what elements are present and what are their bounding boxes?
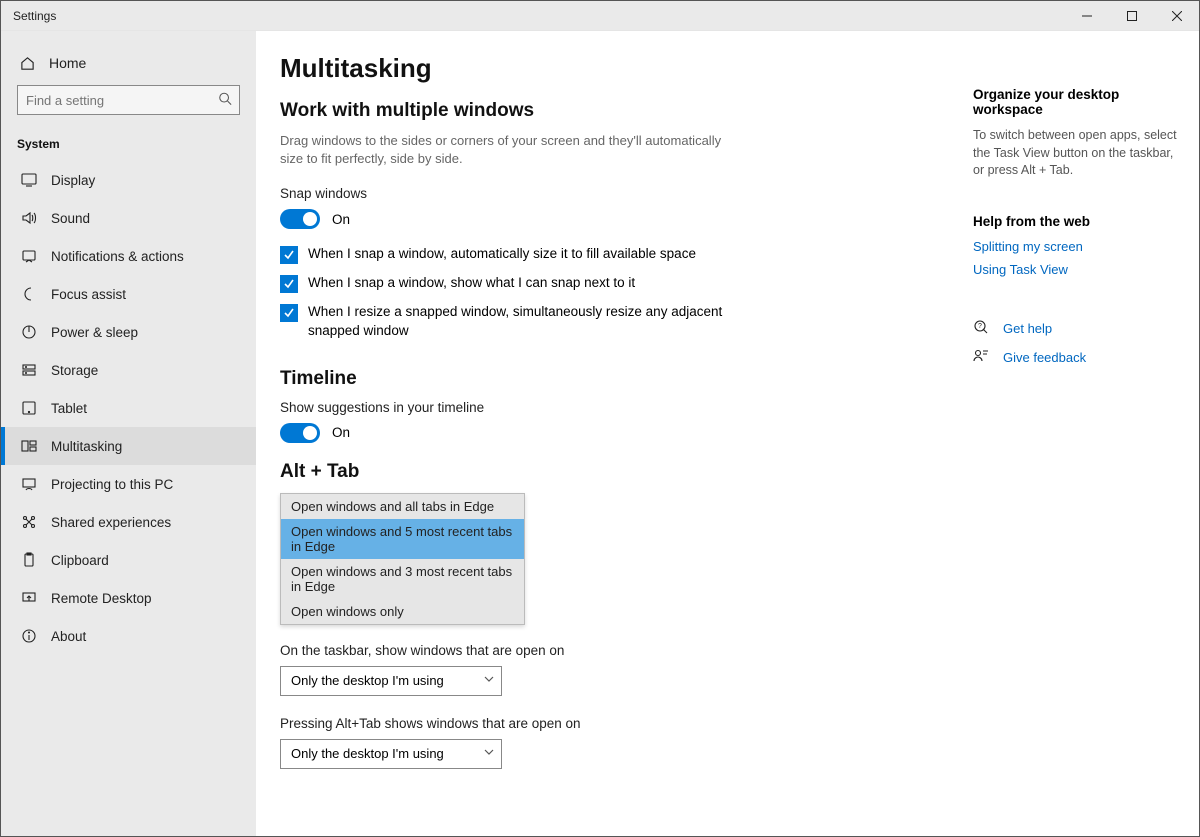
sidebar-item-label: Shared experiences	[51, 515, 171, 530]
right-body-organize: To switch between open apps, select the …	[973, 127, 1179, 180]
timeline-label: Show suggestions in your timeline	[280, 400, 929, 415]
timeline-toggle[interactable]	[280, 423, 320, 443]
right-heading-help: Help from the web	[973, 214, 1179, 229]
sidebar-item-label: Power & sleep	[51, 325, 138, 340]
remote-desktop-icon	[21, 590, 37, 606]
snap-windows-toggle[interactable]	[280, 209, 320, 229]
about-icon	[21, 628, 37, 644]
page-title: Multitasking	[280, 53, 929, 84]
alt-tab-option[interactable]: Open windows and 3 most recent tabs in E…	[281, 559, 524, 599]
search-input[interactable]	[17, 85, 240, 115]
sidebar-item-label: Remote Desktop	[51, 591, 152, 606]
alttab-desktop-select[interactable]: Only the desktop I'm using	[280, 739, 502, 769]
sidebar-item-label: Focus assist	[51, 287, 126, 302]
alttab-desktop-select-value: Only the desktop I'm using	[291, 746, 444, 761]
sidebar-item-storage[interactable]: Storage	[1, 351, 256, 389]
section-heading-windows: Work with multiple windows	[280, 100, 929, 122]
focus-assist-icon	[21, 286, 37, 302]
home-button[interactable]: Home	[1, 45, 256, 81]
checkbox-show-next-label: When I snap a window, show what I can sn…	[308, 274, 635, 292]
sidebar-item-display[interactable]: Display	[1, 161, 256, 199]
sidebar-item-label: About	[51, 629, 86, 644]
multitasking-icon	[21, 438, 37, 454]
minimize-button[interactable]	[1064, 1, 1109, 31]
section-heading-timeline: Timeline	[280, 368, 929, 390]
chevron-down-icon	[483, 746, 495, 761]
timeline-state: On	[332, 425, 350, 440]
right-column: Organize your desktop workspace To switc…	[969, 31, 1199, 836]
alt-tab-option-selected[interactable]: Open windows and 5 most recent tabs in E…	[281, 519, 524, 559]
right-heading-organize: Organize your desktop workspace	[973, 87, 1179, 117]
home-icon	[19, 55, 35, 71]
sidebar-item-focus-assist[interactable]: Focus assist	[1, 275, 256, 313]
sidebar-item-sound[interactable]: Sound	[1, 199, 256, 237]
alt-tab-option[interactable]: Open windows and all tabs in Edge	[281, 494, 524, 519]
feedback-icon	[973, 348, 989, 367]
sound-icon	[21, 210, 37, 226]
alt-tab-dropdown[interactable]: Open windows and all tabs in Edge Open w…	[280, 493, 525, 625]
alttab-desktop-label: Pressing Alt+Tab shows windows that are …	[280, 716, 929, 731]
close-button[interactable]	[1154, 1, 1199, 31]
sidebar-item-projecting[interactable]: Projecting to this PC	[1, 465, 256, 503]
chevron-down-icon	[483, 673, 495, 688]
checkbox-autosize-label: When I snap a window, automatically size…	[308, 245, 696, 263]
sidebar-item-label: Clipboard	[51, 553, 109, 568]
snap-windows-label: Snap windows	[280, 186, 929, 201]
sidebar-item-clipboard[interactable]: Clipboard	[1, 541, 256, 579]
sidebar-item-label: Storage	[51, 363, 98, 378]
link-give-feedback[interactable]: Give feedback	[1003, 350, 1086, 365]
home-label: Home	[49, 55, 86, 71]
alt-tab-option[interactable]: Open windows only	[281, 599, 524, 624]
notifications-icon	[21, 248, 37, 264]
taskbar-label: On the taskbar, show windows that are op…	[280, 643, 929, 658]
sidebar-item-label: Tablet	[51, 401, 87, 416]
sidebar-item-label: Notifications & actions	[51, 249, 184, 264]
sidebar-item-label: Sound	[51, 211, 90, 226]
sidebar: Home System Display Sound Notifications …	[1, 31, 256, 836]
projecting-icon	[21, 476, 37, 492]
taskbar-select[interactable]: Only the desktop I'm using	[280, 666, 502, 696]
shared-experiences-icon	[21, 514, 37, 530]
sidebar-item-multitasking[interactable]: Multitasking	[1, 427, 256, 465]
display-icon	[21, 172, 37, 188]
help-icon: ?	[973, 319, 989, 338]
storage-icon	[21, 362, 37, 378]
sidebar-item-label: Multitasking	[51, 439, 122, 454]
section-heading-alt-tab: Alt + Tab	[280, 461, 929, 483]
checkbox-show-next[interactable]	[280, 275, 298, 293]
titlebar: Settings	[1, 1, 1199, 31]
clipboard-icon	[21, 552, 37, 568]
section-label: System	[1, 123, 256, 161]
power-icon	[21, 324, 37, 340]
link-splitting-screen[interactable]: Splitting my screen	[973, 239, 1179, 254]
snap-windows-state: On	[332, 212, 350, 227]
svg-text:?: ?	[978, 323, 982, 330]
link-get-help[interactable]: Get help	[1003, 321, 1052, 336]
sidebar-item-shared-experiences[interactable]: Shared experiences	[1, 503, 256, 541]
checkbox-resize-adjacent[interactable]	[280, 304, 298, 322]
tablet-icon	[21, 400, 37, 416]
sidebar-item-about[interactable]: About	[1, 617, 256, 655]
sidebar-item-tablet[interactable]: Tablet	[1, 389, 256, 427]
sidebar-item-notifications[interactable]: Notifications & actions	[1, 237, 256, 275]
taskbar-select-value: Only the desktop I'm using	[291, 673, 444, 688]
window-title: Settings	[1, 9, 56, 23]
sidebar-item-power-sleep[interactable]: Power & sleep	[1, 313, 256, 351]
sidebar-item-label: Projecting to this PC	[51, 477, 173, 492]
sidebar-item-remote-desktop[interactable]: Remote Desktop	[1, 579, 256, 617]
link-using-task-view[interactable]: Using Task View	[973, 262, 1179, 277]
main-content: Multitasking Work with multiple windows …	[256, 31, 969, 836]
checkbox-resize-adjacent-label: When I resize a snapped window, simultan…	[308, 303, 740, 339]
sidebar-item-label: Display	[51, 173, 95, 188]
checkbox-autosize[interactable]	[280, 246, 298, 264]
section-description: Drag windows to the sides or corners of …	[280, 132, 740, 168]
maximize-button[interactable]	[1109, 1, 1154, 31]
